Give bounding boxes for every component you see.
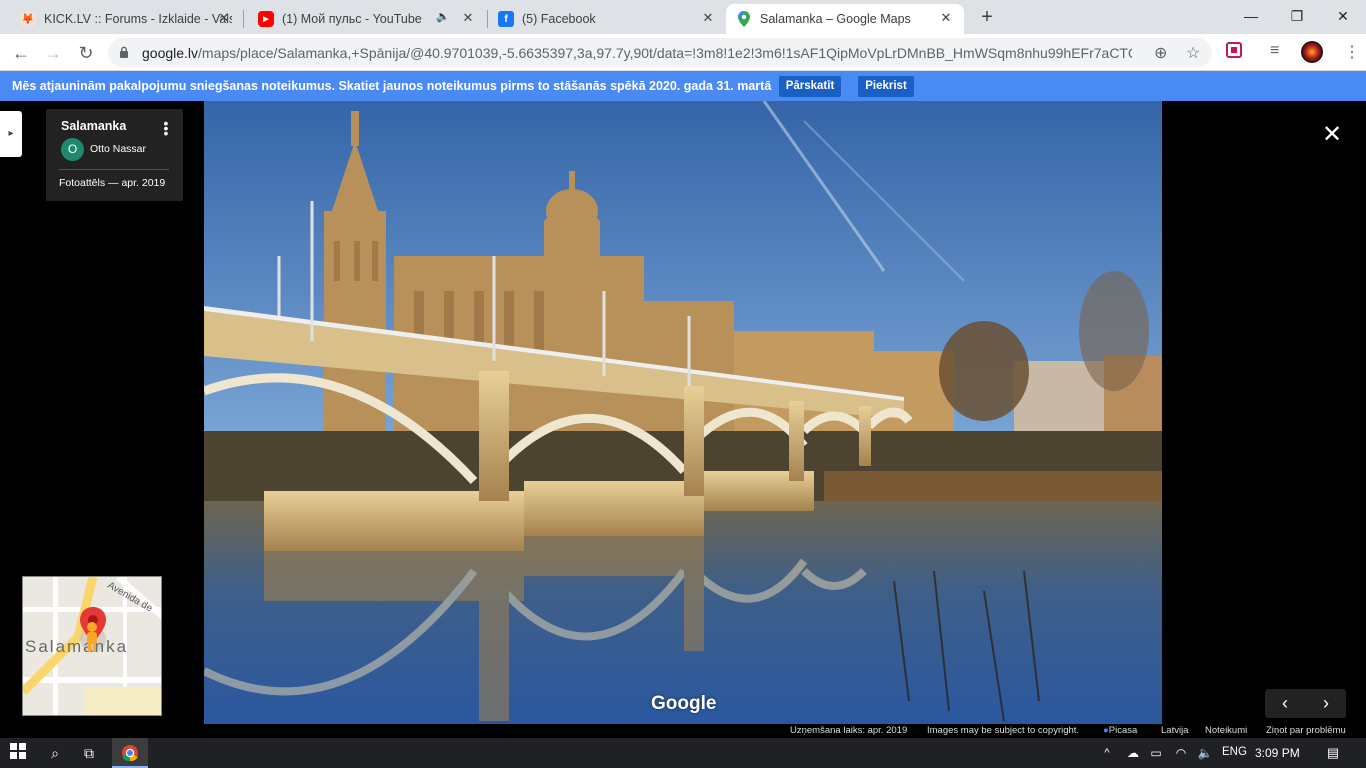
agree-terms-button[interactable]: Piekrist — [858, 76, 914, 97]
extension-icon[interactable] — [1226, 42, 1242, 63]
photo-date: Fotoattēls — apr. 2019 — [59, 177, 166, 189]
url-text: google.lv/maps/place/Salamanka,+Spānija/… — [142, 45, 1132, 61]
input-language[interactable]: ENG — [1222, 746, 1247, 758]
terms-update-bar: Mēs atjauninām pakalpojumu sniegšanas no… — [0, 71, 1366, 101]
close-window-button[interactable]: ✕ — [1320, 4, 1366, 28]
next-photo-button[interactable]: › — [1306, 689, 1346, 718]
report-problem-link[interactable]: Ziņot par problēmu — [1266, 725, 1346, 736]
minimize-button[interactable]: — — [1228, 4, 1274, 28]
google-watermark: Google — [651, 693, 717, 714]
cloud-icon[interactable]: ☁ — [1124, 743, 1142, 763]
salamanca-bridge-photo[interactable]: Google — [204, 101, 1162, 724]
photo-navigation: ‹ › — [1265, 689, 1346, 718]
tab-separator — [243, 10, 244, 28]
volume-icon[interactable]: 🔈 — [1196, 743, 1214, 763]
tab-facebook[interactable]: f (5) Facebook ✕ — [488, 4, 726, 34]
terms-message: Mēs atjauninām pakalpojumu sniegšanas no… — [12, 79, 772, 93]
back-button[interactable]: ← — [8, 40, 34, 66]
minimap-city-label: Salamanka — [25, 637, 129, 656]
show-hidden-icons[interactable]: ^ — [1100, 743, 1114, 763]
tab-title: (5) Facebook — [522, 12, 596, 26]
close-viewer-button[interactable]: ✕ — [1318, 121, 1346, 149]
close-tab-icon[interactable]: ✕ — [216, 10, 232, 26]
minimap[interactable]: Avenida de Salamanka — [22, 576, 162, 716]
copyright-note: Images may be subject to copyright. — [927, 725, 1080, 736]
speaker-icon[interactable]: 🔈 — [436, 10, 450, 23]
capture-date: Uzņemšana laiks: apr. 2019 — [790, 725, 908, 736]
more-options-icon[interactable]: • • • — [162, 116, 170, 140]
review-terms-button[interactable]: Pārskatīt — [779, 76, 841, 97]
pegman-icon[interactable] — [83, 621, 101, 658]
address-bar[interactable]: google.lv/maps/place/Salamanka,+Spānija/… — [108, 38, 1212, 67]
tab-kick-forums[interactable]: 🦊 KICK.LV :: Forums - Izklaide - Valsts … — [10, 4, 242, 34]
close-tab-icon[interactable]: ✕ — [460, 10, 476, 26]
wifi-icon[interactable]: ◠ — [1172, 743, 1190, 763]
close-tab-icon[interactable]: ✕ — [700, 10, 716, 26]
reload-button[interactable]: ↻ — [73, 40, 99, 66]
divider — [59, 169, 169, 170]
place-name[interactable]: Salamanka — [61, 119, 126, 133]
fox-icon: 🦊 — [20, 11, 36, 27]
restore-button[interactable]: ❐ — [1274, 4, 1320, 28]
tab-strip: 🦊 KICK.LV :: Forums - Izklaide - Valsts … — [0, 0, 1366, 34]
lock-icon — [120, 46, 128, 58]
author-name[interactable]: Otto Nassar — [90, 143, 146, 155]
tab-title: Salamanka – Google Maps — [760, 12, 911, 26]
new-tab-button[interactable]: + — [976, 6, 998, 28]
photo-viewer: Google ▸ Salamanka • • • O Otto Nassar Fot… — [0, 101, 1366, 724]
battery-icon[interactable]: ▭ — [1148, 743, 1164, 763]
picasa-label: Picasa — [1108, 725, 1138, 736]
chrome-taskbar-icon[interactable] — [112, 738, 148, 768]
browser-toolbar: ← → ↻ google.lv/maps/place/Salamanka,+Sp… — [0, 34, 1366, 71]
tab-google-maps[interactable]: Salamanka – Google Maps ✕ — [726, 4, 964, 34]
photo-info-card: Salamanka • • • O Otto Nassar Fotoattēls —… — [46, 109, 183, 201]
windows-start-icon[interactable] — [8, 743, 28, 763]
google-maps-icon — [736, 11, 752, 27]
forward-button[interactable]: → — [40, 40, 66, 66]
windows-taskbar: ⌕ ⧉ ^ ☁ ▭ ◠ 🔈 ENG 3:09 PM ▤ — [0, 738, 1366, 768]
close-tab-icon[interactable]: ✕ — [938, 10, 954, 26]
terms-link[interactable]: Noteikumi — [1205, 725, 1247, 736]
profile-avatar[interactable] — [1300, 40, 1324, 69]
star-icon[interactable]: ☆ — [1186, 43, 1200, 63]
search-icon[interactable]: ⌕ — [44, 743, 66, 763]
url-host: google.lv — [142, 45, 199, 61]
previous-photo-button[interactable]: ‹ — [1265, 689, 1305, 718]
media-control-icon[interactable]: ≡ — [1270, 42, 1279, 60]
author-avatar[interactable]: O — [61, 138, 84, 161]
maps-footer: Uzņemšana laiks: apr. 2019 Images may be… — [0, 724, 1366, 738]
picasa-link[interactable]: ●Picasa — [1103, 725, 1137, 736]
expand-side-panel-button[interactable]: ▸ — [0, 111, 22, 157]
url-path: /maps/place/Salamanka,+Spānija/@40.97010… — [198, 45, 1132, 61]
tab-youtube[interactable]: ▶ (1) Мой пульс - YouTube 🔈 ✕ — [248, 4, 486, 34]
zoom-icon[interactable]: ⊕ — [1154, 43, 1167, 63]
task-view-icon[interactable]: ⧉ — [78, 743, 100, 763]
tab-title: KICK.LV :: Forums - Izklaide - Valsts — [44, 12, 232, 26]
youtube-icon: ▶ — [258, 11, 274, 27]
country-link[interactable]: Latvija — [1161, 725, 1188, 736]
menu-dots-icon[interactable]: ⋮ — [1344, 42, 1360, 62]
facebook-icon: f — [498, 11, 514, 27]
notifications-icon[interactable]: ▤ — [1323, 743, 1343, 763]
system-clock[interactable]: 3:09 PM — [1255, 746, 1300, 760]
